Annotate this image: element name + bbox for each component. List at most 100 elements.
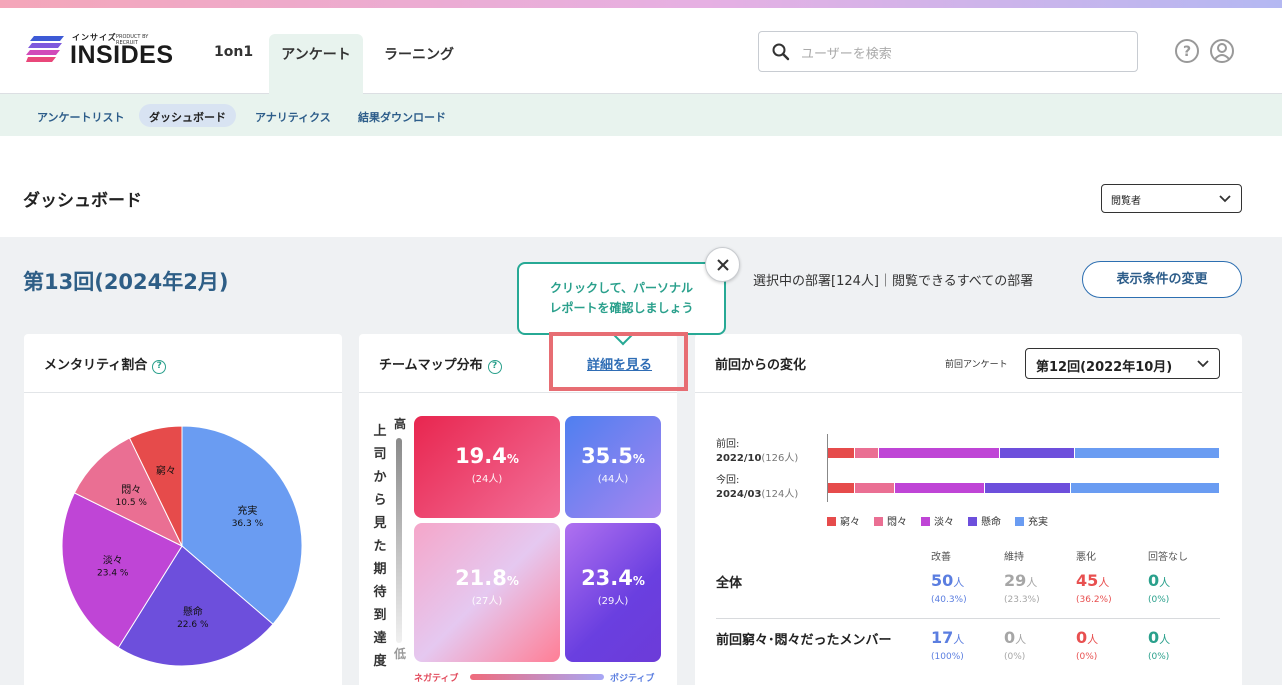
row-label-prev-low: 前回窮々･悶々だったメンバー — [716, 633, 892, 648]
teammap-cell-bottom-right[interactable]: 23.4% (29人) — [565, 523, 661, 662]
tab-survey[interactable]: アンケート — [269, 34, 363, 102]
cell-percent: 23.4 — [581, 566, 633, 590]
axis-char: ら — [373, 493, 387, 508]
search-icon — [772, 43, 790, 61]
legend-label: 懸命 — [981, 517, 1001, 528]
app-header: インサイズ PRODUCT BY RECRUIT INSIDES 1on1 アン… — [0, 8, 1282, 102]
help-icon[interactable]: ? — [487, 360, 502, 374]
personal-report-tooltip: クリックして、パーソナル レポートを確認しましょう — [517, 262, 726, 335]
stat-percent: (100%) — [931, 652, 964, 662]
page-header: ダッシュボード 閲覧者 — [0, 136, 1282, 237]
bar-label-previous: 前回: 2022/10(126人) — [716, 438, 798, 466]
subnav-analytics[interactable]: アナリティクス — [255, 104, 331, 127]
stat-percent: (0%) — [1148, 595, 1170, 605]
stat-value: 29人 — [1004, 571, 1038, 590]
pie-label: 悶々 — [121, 484, 141, 496]
pie-percent: 23.4 % — [97, 569, 129, 579]
bar-segment — [1074, 448, 1219, 458]
bar-segment — [1000, 448, 1074, 458]
cell-count: (44人) — [597, 474, 629, 485]
stat-value: 0人 — [1148, 571, 1171, 590]
bar-label-current: 今回: 2024/03(124人) — [716, 474, 798, 502]
axis-char: 達 — [373, 631, 387, 646]
cell-unit: % — [506, 574, 519, 588]
negative-label: ネガティブ — [414, 674, 459, 684]
legend-label: 充実 — [1028, 517, 1048, 528]
cell-percent: 19.4 — [455, 444, 507, 468]
stat-percent: (36.2%) — [1076, 595, 1112, 605]
cell-count: (27人) — [471, 596, 503, 607]
change-display-conditions-button[interactable]: 表示条件の変更 — [1082, 261, 1242, 298]
bar-segment — [984, 483, 1071, 493]
positive-label: ポジティブ — [610, 674, 655, 684]
teammap-title: チームマップ分布? — [379, 354, 502, 374]
previous-survey-select[interactable]: 第12回(2022年10月) — [1025, 348, 1220, 379]
axis-char: 期 — [373, 562, 387, 577]
teammap-cell-top-left[interactable]: 19.4% (24人) — [414, 416, 560, 518]
bar-label-title: 今回: — [716, 475, 740, 486]
bar-segment — [1071, 483, 1219, 493]
pie-label: 窮々 — [156, 464, 176, 477]
mentality-card: メンタリティ割合? 充実 36.3 % 懸命 22.6 % 淡々 23.4 % 悶々 10.5… — [24, 334, 342, 685]
cell-count: (29人) — [597, 596, 629, 607]
axis-char: 待 — [373, 585, 387, 600]
axis-char: 度 — [373, 654, 387, 669]
app-logo[interactable]: インサイズ PRODUCT BY RECRUIT INSIDES — [26, 30, 174, 70]
svg-text:?: ? — [1183, 44, 1191, 60]
subnav-survey-list[interactable]: アンケートリスト — [37, 104, 125, 127]
logo-wordmark: INSIDES — [70, 41, 174, 69]
user-account-icon[interactable] — [1209, 38, 1235, 64]
row-divider — [716, 618, 1220, 619]
subnav-results-download[interactable]: 結果ダウンロード — [358, 104, 446, 127]
teammap-cell-bottom-left[interactable]: 21.8% (27人) — [414, 523, 560, 662]
view-details-link[interactable]: 詳細を見る — [587, 354, 652, 373]
column-maintained: 維持 — [1004, 552, 1024, 563]
cell-unit: % — [632, 452, 645, 466]
top-accent-bar — [0, 0, 1282, 8]
pie-label: 淡々 — [103, 555, 123, 567]
stat-percent: (0%) — [1076, 652, 1098, 662]
close-icon — [717, 259, 729, 271]
cell-percent: 21.8 — [455, 566, 507, 590]
tooltip-close-button[interactable] — [705, 247, 740, 282]
axis-char: か — [373, 470, 387, 485]
axis-char: 到 — [373, 608, 387, 623]
logo-mark-icon — [26, 36, 64, 62]
legend-swatch — [968, 517, 977, 526]
legend-label: 悶々 — [887, 517, 907, 528]
selection-info: 選択中の部署[124人]｜閲覧できるすべての部署 — [753, 274, 1034, 289]
teammap-cell-top-right[interactable]: 35.5% (44人) — [565, 416, 661, 518]
axis-char: 上 — [373, 424, 387, 439]
page-title: ダッシュボード — [23, 191, 142, 211]
bar-label-title: 前回: — [716, 439, 740, 450]
pie-percent: 36.3 % — [232, 519, 264, 529]
cell-unit: % — [632, 574, 645, 588]
tooltip-line-2: レポートを確認しましょう — [549, 301, 694, 315]
tab-1on1[interactable]: 1on1 — [214, 44, 253, 60]
stat-value: 17人 — [931, 628, 965, 647]
stat-value: 50人 — [931, 571, 965, 590]
user-search-input[interactable]: ユーザーを検索 — [758, 31, 1138, 72]
pie-percent: 10.5 % — [116, 498, 148, 508]
tab-learning[interactable]: ラーニング — [384, 44, 454, 64]
bar-segment — [894, 483, 984, 493]
bar-segment — [855, 448, 878, 458]
help-icon[interactable]: ? — [152, 360, 167, 374]
search-placeholder: ユーザーを検索 — [801, 47, 892, 62]
help-icon[interactable]: ? — [1174, 38, 1200, 64]
bar-label-count: (124人) — [761, 489, 799, 500]
mentality-title-text: メンタリティ割合 — [44, 358, 148, 373]
legend-swatch — [827, 517, 836, 526]
stat-value: 0人 — [1076, 628, 1099, 647]
viewer-select[interactable]: 閲覧者 — [1101, 184, 1242, 213]
subnav-dashboard[interactable]: ダッシュボード — [139, 104, 236, 127]
axis-char: 司 — [373, 447, 387, 462]
viewer-select-value: 閲覧者 — [1111, 196, 1141, 207]
previous-survey-label: 前回アンケート — [945, 360, 1008, 370]
chevron-down-icon — [1219, 195, 1231, 203]
pie-percent: 22.6 % — [177, 620, 209, 630]
axis-low-label: 低 — [393, 647, 406, 661]
change-title: 前回からの変化 — [715, 358, 807, 373]
stat-percent: (0%) — [1148, 652, 1170, 662]
mentality-title: メンタリティ割合? — [44, 354, 167, 374]
